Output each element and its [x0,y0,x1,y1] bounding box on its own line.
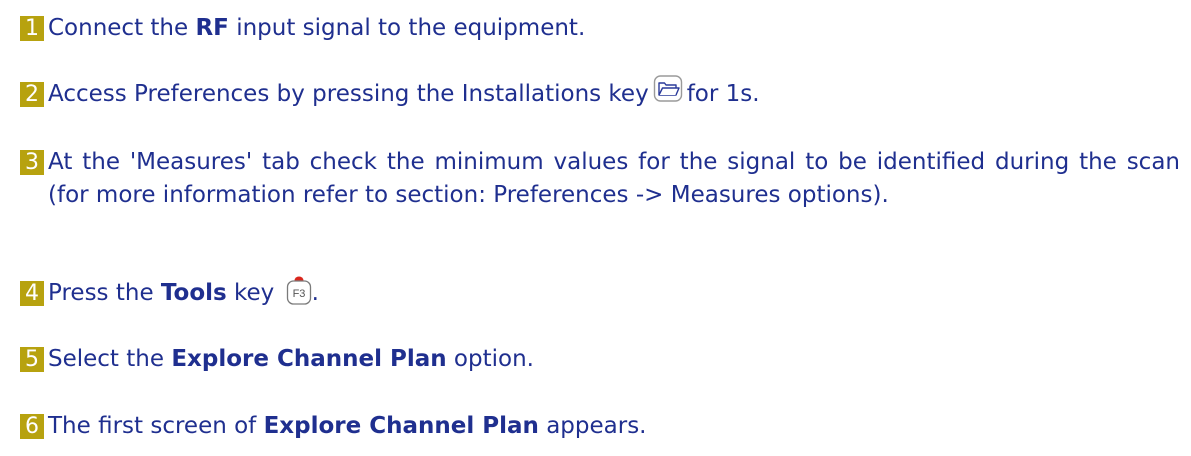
step-text-post: input signal to the equipment. [228,15,586,41]
step-text-post: option. [446,346,534,372]
f3-key-icon: F3 [286,276,312,306]
step-text-mid: key [226,280,282,306]
step-number: 4 [20,281,44,306]
rf-label: RF [195,15,229,41]
step-number: 2 [20,82,44,107]
step-text: Access Preferences by pressing the Insta… [48,74,1180,111]
step-text: Select the Explore Channel Plan option. [48,343,1180,376]
step-text-pre: Select the [48,346,172,372]
step-text-post: appears. [538,413,647,439]
step-number: 5 [20,347,44,372]
explore-channel-plan-label: Explore Channel Plan [171,346,447,372]
step-number: 6 [20,414,44,439]
folder-open-icon [653,74,683,104]
step-text-post: . [311,280,319,306]
step-text-pre: Access Preferences by pressing the Insta… [48,81,649,107]
tools-label: Tools [160,280,227,306]
step-text-post: for 1s. [686,81,760,107]
step-number: 3 [20,150,44,175]
step-text-pre: Press the [48,280,161,306]
step-text: At the 'Measures' tab check the minimum … [48,149,1180,208]
step-text: Press the Tools key F3 . [48,276,1180,310]
explore-channel-plan-label: Explore Channel Plan [263,413,539,439]
step-text-pre: The first screen of [48,413,264,439]
step-number: 1 [20,16,44,41]
step-text: Connect the RF input signal to the equip… [48,12,1180,45]
step-text-pre: Connect the [48,15,196,41]
f3-key-label: F3 [292,288,305,300]
step-text: The first screen of Explore Channel Plan… [48,410,1180,443]
